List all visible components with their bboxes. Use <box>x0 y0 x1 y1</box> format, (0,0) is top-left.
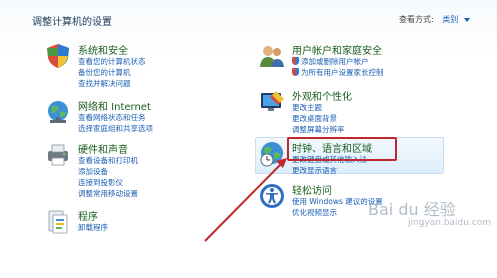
annotation-arrow <box>204 158 287 242</box>
watermark: Bai du 经验 jingyan.baidu.com <box>368 200 492 228</box>
